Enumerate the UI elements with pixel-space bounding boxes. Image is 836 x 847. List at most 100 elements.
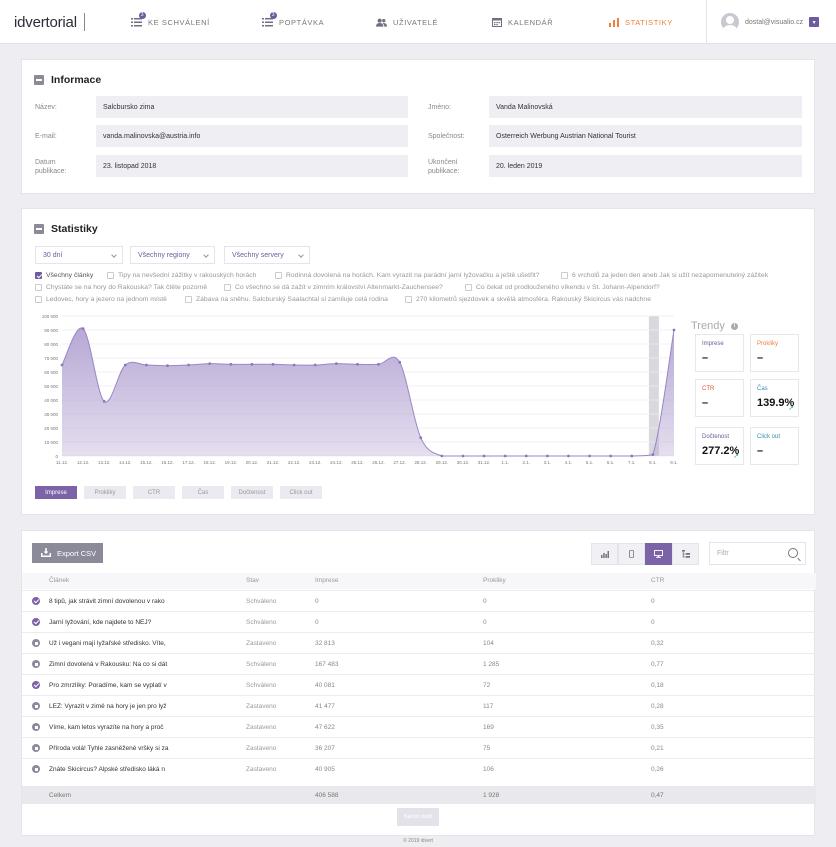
info-icon[interactable]: i — [730, 322, 738, 330]
user-menu[interactable]: dostal@visualio.cz ▾ — [706, 0, 836, 44]
load-more-button[interactable]: Načíst další — [397, 808, 439, 826]
metric-button-3[interactable]: Čas — [182, 486, 224, 499]
table-row[interactable]: 8 tipů, jak strávit zimní dovolenou v ra… — [22, 590, 816, 611]
cell-ctr: 0,18 — [651, 682, 664, 689]
trend-tile-0: Imprese – — [695, 334, 744, 372]
trend-tile-label: Click out — [757, 434, 781, 440]
company-field: Osterreich Werbung Austrian National Tou… — [489, 125, 802, 147]
cell-ctr: 0,21 — [651, 745, 664, 752]
section-title: Statistiky — [51, 223, 98, 235]
data-point — [482, 454, 486, 458]
article-checkbox[interactable]: 270 kilometrů sjezdovek a skvělá atmosfé… — [405, 296, 651, 303]
logo[interactable]: idvertorial — [14, 14, 77, 31]
checkbox[interactable] — [405, 296, 412, 303]
notification-badge: 3 — [270, 12, 277, 19]
cell-article[interactable]: Zimní dovolená v Rakousku: Na co si dát — [49, 661, 189, 668]
table-row[interactable]: LEŽ: Vyrazit v zimě na hory je jen pro l… — [22, 695, 816, 716]
server-select[interactable]: Všechny servery — [224, 246, 310, 264]
mobile-icon[interactable] — [618, 543, 645, 565]
trend-tile-value: – — [757, 352, 764, 364]
export-csv-button[interactable]: Export CSV — [32, 543, 103, 563]
cell-state: Zastaveno — [246, 640, 277, 647]
article-checkbox[interactable]: Co všechno se dá zažít v zimním královst… — [224, 284, 443, 291]
article-checkbox[interactable]: 6 vrcholů za jeden den aneb Jak si užít … — [561, 272, 768, 279]
metric-button-2[interactable]: CTR — [133, 486, 175, 499]
cell-article[interactable]: Víme, kam letos vyrazíte na hory a proč — [49, 724, 189, 731]
data-point — [60, 363, 64, 367]
articles-table-card: Export CSV Filtr Článek Stav Imprese Pro… — [21, 530, 816, 836]
article-checkbox[interactable]: Ledovec, hory a jezero na jednom místě — [35, 296, 167, 303]
article-checkbox[interactable]: Zábava na sněhu. Salcburský Saalachtal s… — [185, 296, 388, 303]
table-row[interactable]: Už i vegani mají lyžařské středisko. Vít… — [22, 632, 816, 653]
column-header-state[interactable]: Stav — [246, 577, 259, 584]
column-header-article[interactable]: Článek — [49, 577, 69, 584]
data-point — [356, 362, 359, 366]
nav-poptavka[interactable]: 3 Poptávka — [262, 12, 324, 32]
data-point — [567, 454, 570, 458]
collapse-icon[interactable] — [34, 224, 44, 234]
cell-article[interactable]: Jarní lyžování, kde najdete to NEJ? — [49, 619, 189, 626]
cell-impressions: 0 — [315, 598, 319, 605]
bar-chart-icon[interactable] — [591, 543, 618, 565]
table-row[interactable]: Víme, kam letos vyrazíte na hory a proč Z… — [22, 716, 816, 737]
column-header-impressions[interactable]: Imprese — [315, 577, 338, 584]
table-row[interactable]: Jarní lyžování, kde najdete to NEJ? Schvá… — [22, 611, 816, 632]
cell-article[interactable]: 8 tipů, jak strávit zimní dovolenou v ra… — [49, 598, 189, 605]
checkbox[interactable] — [35, 284, 42, 291]
cell-article[interactable]: LEŽ: Vyrazit v zimě na hory je jen pro l… — [49, 703, 189, 710]
checkbox[interactable] — [275, 272, 282, 279]
cell-article[interactable]: Znáte Skicircus? Alpské středisko láká n — [49, 766, 189, 773]
field-label: Název: — [35, 104, 57, 111]
cell-impressions: 32 813 — [315, 640, 335, 647]
cell-article[interactable]: Už i vegani mají lyžařské středisko. Vít… — [49, 640, 189, 647]
tree-icon[interactable] — [672, 543, 699, 565]
metric-button-0[interactable]: Imprese — [35, 486, 77, 499]
article-checkbox[interactable]: Tipy na nevšední zážitky v rakouských ho… — [107, 272, 256, 279]
data-point — [609, 454, 613, 458]
nav-uzivatele[interactable]: Uživatelé — [376, 12, 438, 32]
nav-kalendar[interactable]: Kalendář — [491, 12, 553, 32]
checkbox[interactable] — [35, 272, 42, 279]
trends-label: Trendy — [691, 320, 725, 332]
table-row[interactable]: Zimní dovolená v Rakousku: Na co si dát S… — [22, 653, 816, 674]
checkbox[interactable] — [107, 272, 114, 279]
checkbox[interactable] — [185, 296, 192, 303]
trend-tile-5: Click out – — [750, 427, 799, 465]
table-row[interactable]: Pro zmrzlíky: Poradíme, kam se vyplatí v… — [22, 674, 816, 695]
data-point — [545, 454, 549, 458]
nav-ke-schvaleni[interactable]: 3 Ke schválení — [131, 12, 210, 32]
checkbox[interactable] — [35, 296, 42, 303]
article-checkbox[interactable]: Chystáte se na hory do Rakouska? Tak čtě… — [35, 284, 207, 291]
table-row[interactable]: Příroda volá! Tyhle zasněžené vršky si z… — [22, 737, 816, 758]
cell-article[interactable]: Příroda volá! Tyhle zasněžené vršky si z… — [49, 745, 189, 752]
article-checkbox[interactable]: Rodinná dovolená na horách. Kam vyrazit … — [275, 272, 540, 279]
cell-clicks: 0 — [483, 619, 487, 626]
checkbox[interactable] — [465, 284, 472, 291]
filter-placeholder: Filtr — [717, 550, 729, 557]
chevron-down-icon[interactable]: ▾ — [809, 17, 820, 27]
period-select[interactable]: 30 dní — [35, 246, 123, 264]
cell-article[interactable]: Pro zmrzlíky: Poradíme, kam se vyplatí v — [49, 682, 189, 689]
metric-button-1[interactable]: Prokliky — [84, 486, 126, 499]
table-row[interactable]: Znáte Skicircus? Alpské středisko láká n… — [22, 758, 816, 779]
nav-statistiky[interactable]: Statistiky — [608, 12, 673, 32]
checkbox[interactable] — [561, 272, 568, 279]
data-point — [334, 362, 338, 365]
metric-button-5[interactable]: Click out — [280, 486, 322, 499]
desktop-icon[interactable] — [645, 543, 672, 565]
nav-label: Poptávka — [279, 17, 325, 27]
article-checkbox-all[interactable]: Všechny články — [35, 272, 93, 279]
cell-state: Zastaveno — [246, 703, 277, 710]
column-header-clicks[interactable]: Prokliky — [483, 577, 506, 584]
region-select[interactable]: Všechny regiony — [130, 246, 215, 264]
cell-impressions: 0 — [315, 619, 319, 626]
collapse-icon[interactable] — [34, 75, 44, 85]
checkbox[interactable] — [224, 284, 231, 291]
column-header-ctr[interactable]: CTR — [651, 577, 664, 584]
metric-button-4[interactable]: Dočtenost — [231, 486, 273, 499]
search-icon[interactable] — [788, 548, 798, 558]
article-checkbox[interactable]: Co čekat od prodlouženého víkendu v St. … — [465, 284, 660, 291]
filter-input[interactable]: Filtr — [709, 542, 806, 565]
logo-separator — [84, 13, 85, 31]
data-point — [651, 453, 655, 456]
